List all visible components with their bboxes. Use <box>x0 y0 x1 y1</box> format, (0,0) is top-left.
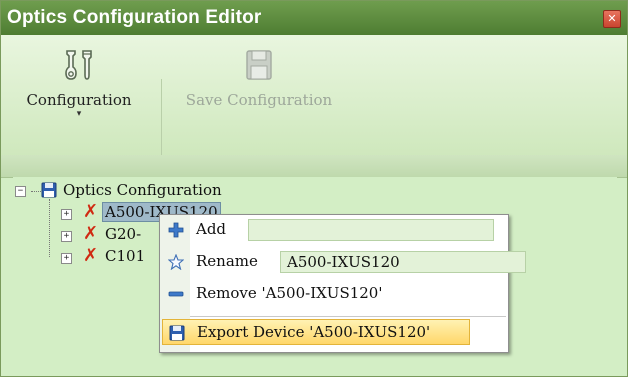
menu-item-rename-label: Rename <box>196 252 258 270</box>
menu-item-export[interactable]: Export Device 'A500-IXUS120' <box>162 319 470 345</box>
add-name-input[interactable] <box>248 219 494 241</box>
plus-icon <box>168 222 184 238</box>
tree-connector <box>31 191 41 192</box>
ribbon-toolbar: Configuration ▾ Save Configuration <box>1 35 627 163</box>
tree-connector <box>49 199 51 257</box>
collapse-icon[interactable]: − <box>15 186 26 197</box>
window-title: Optics Configuration Editor <box>7 7 262 28</box>
rename-input[interactable]: A500-IXUS120 <box>280 251 526 273</box>
close-button[interactable]: ✕ <box>603 10 621 28</box>
context-menu: Add Rename A500-IXUS120 Remove 'A500-IXU… <box>159 214 526 353</box>
expand-icon[interactable]: + <box>61 253 72 264</box>
menu-item-add[interactable]: Add <box>160 217 508 243</box>
save-icon <box>169 325 185 341</box>
menu-item-remove-label: Remove 'A500-IXUS120' <box>196 284 383 302</box>
configuration-label: Configuration <box>26 91 132 109</box>
save-configuration-label: Save Configuration <box>185 91 333 109</box>
save-icon <box>239 45 279 85</box>
configuration-button[interactable]: Configuration ▾ <box>15 45 143 119</box>
title-bar: Optics Configuration Editor ✕ <box>1 1 627 35</box>
menu-separator <box>190 316 506 317</box>
menu-item-remove[interactable]: Remove 'A500-IXUS120' <box>160 281 508 307</box>
minus-icon <box>168 286 184 302</box>
tree-node-label[interactable]: G20- <box>105 225 141 243</box>
tools-icon <box>59 45 99 85</box>
red-x-icon: ✗ <box>83 201 99 222</box>
dropdown-arrow-icon: ▾ <box>76 109 82 119</box>
tree-root-label: Optics Configuration <box>63 181 222 199</box>
red-x-icon: ✗ <box>83 245 99 266</box>
tree-node-label[interactable]: C101 <box>105 247 145 265</box>
ribbon-group-bar <box>1 155 627 178</box>
expand-icon[interactable]: + <box>61 209 72 220</box>
save-configuration-button[interactable]: Save Configuration <box>179 45 339 109</box>
toolbar-separator <box>161 79 162 163</box>
menu-item-add-label: Add <box>196 220 227 238</box>
star-icon <box>167 253 185 271</box>
menu-item-export-label: Export Device 'A500-IXUS120' <box>197 323 431 341</box>
expand-icon[interactable]: + <box>61 231 72 242</box>
optics-config-window: Optics Configuration Editor ✕ Configurat… <box>0 0 628 377</box>
red-x-icon: ✗ <box>83 223 99 244</box>
menu-item-rename[interactable]: Rename A500-IXUS120 <box>160 249 526 275</box>
save-icon <box>41 182 57 198</box>
